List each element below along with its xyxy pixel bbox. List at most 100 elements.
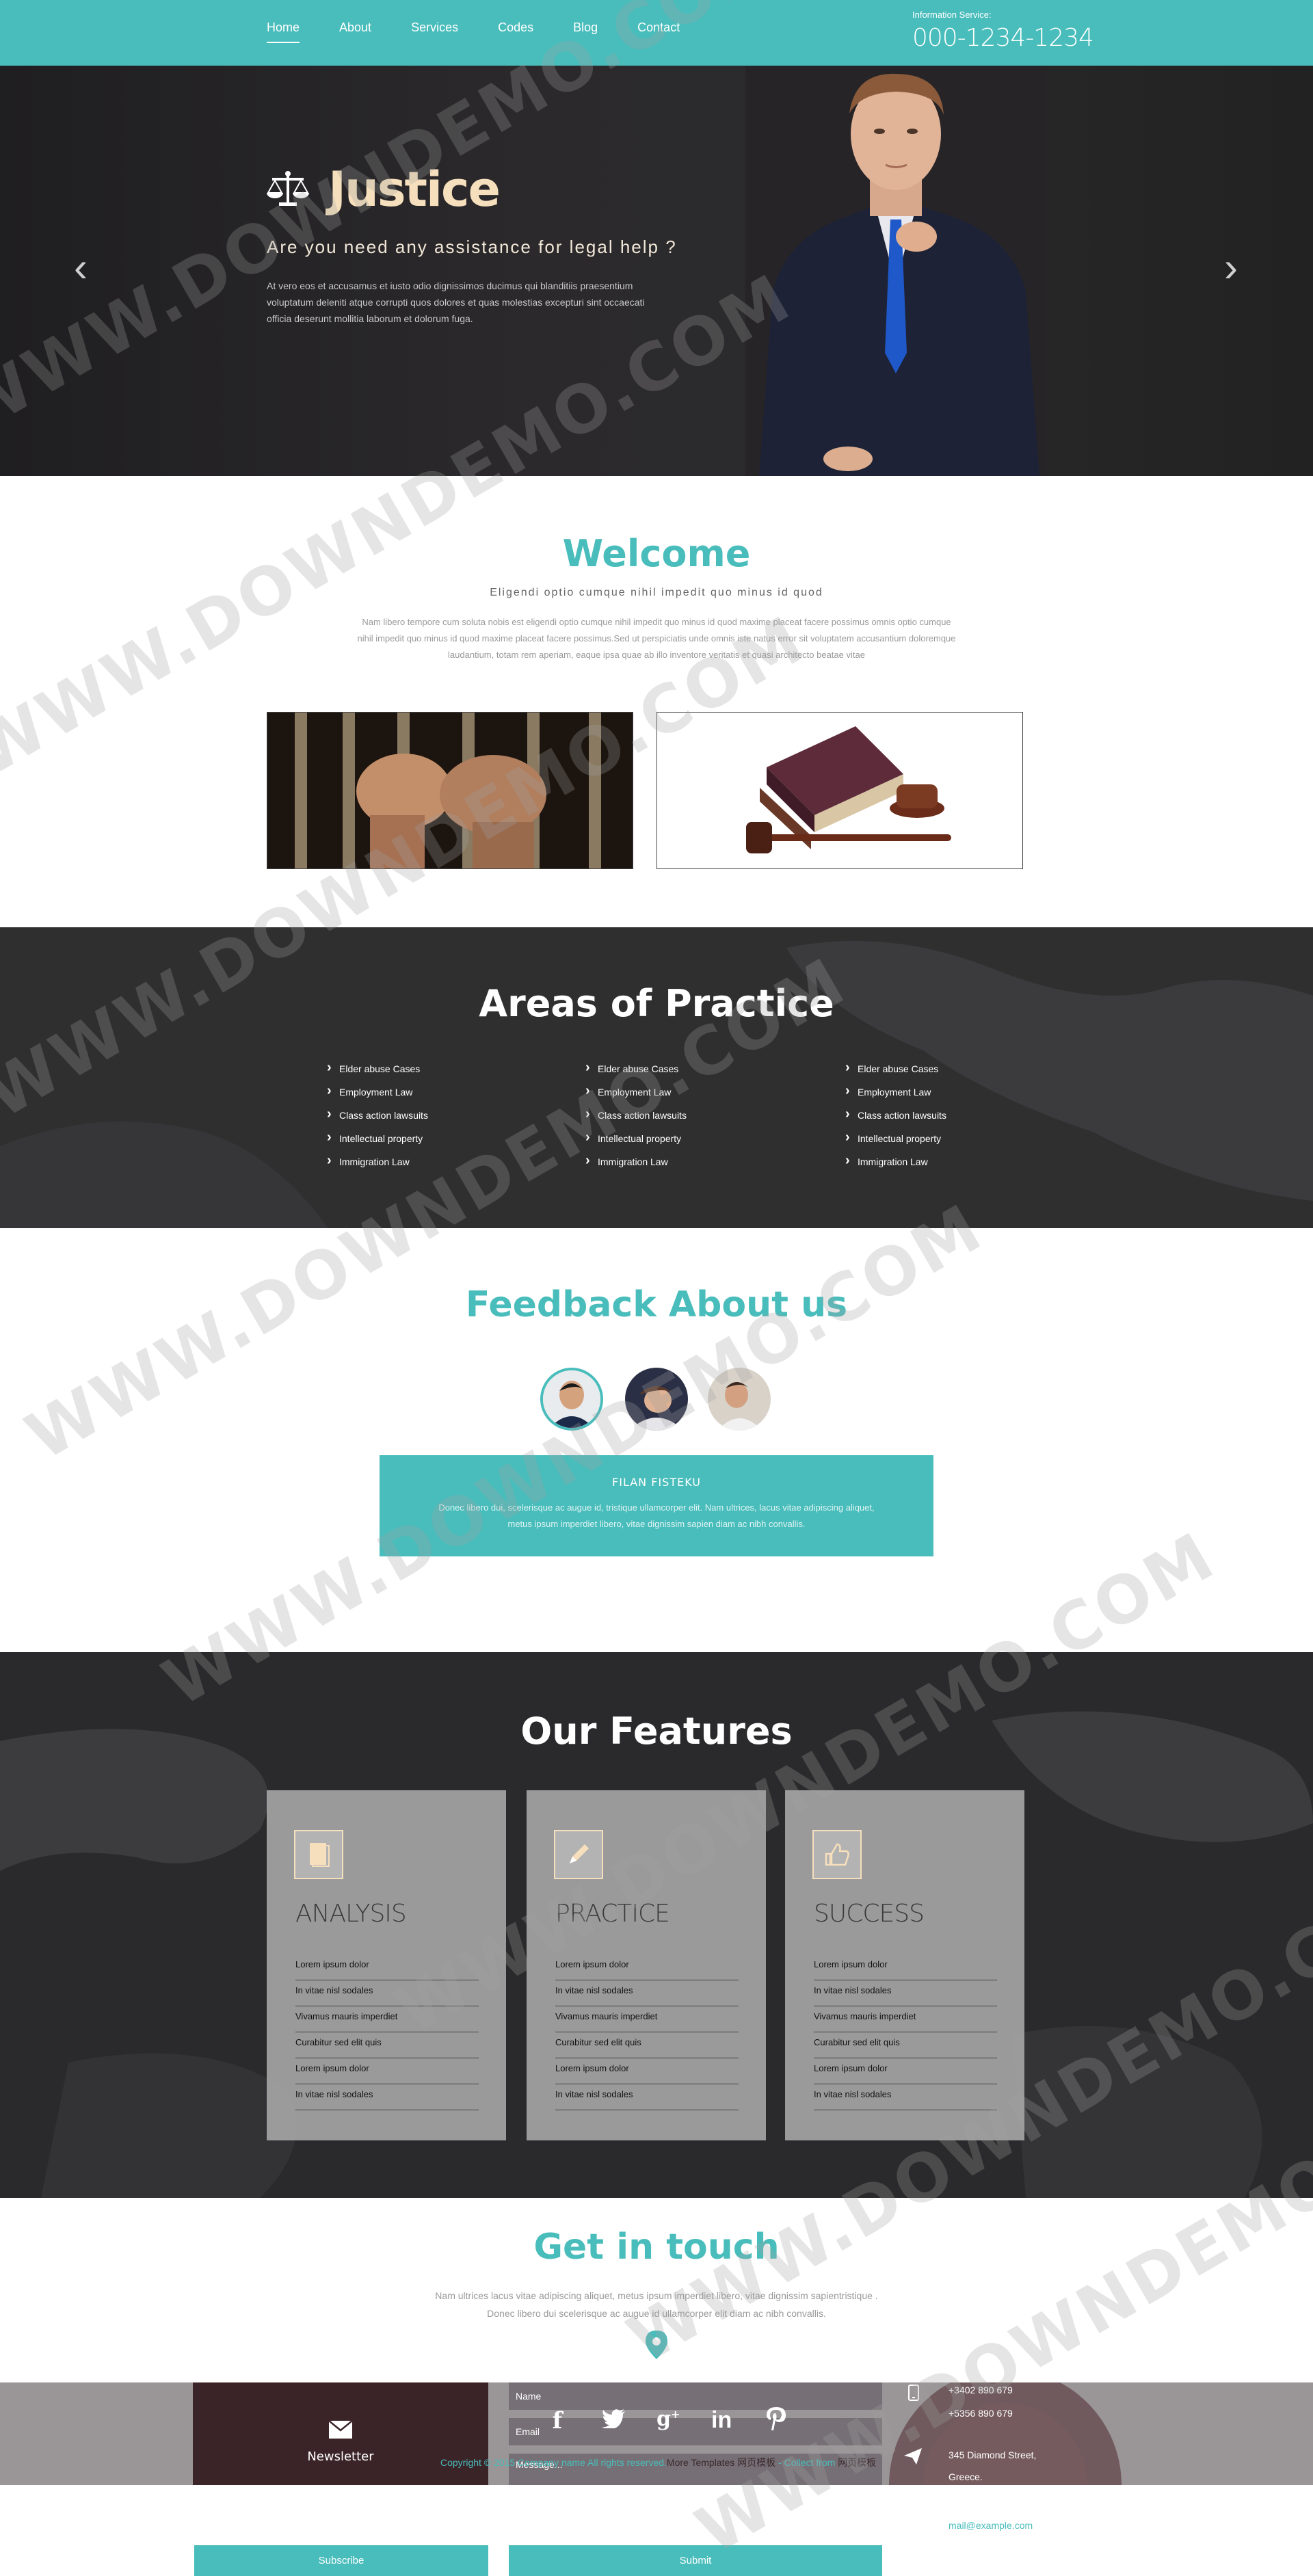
info-service: Information Service: 000-1234-1234: [912, 10, 1094, 52]
feature-item: In vitae nisl sodales: [555, 2084, 739, 2110]
contact-text: Nam ultrices lacus vitae adipiscing aliq…: [435, 2290, 878, 2319]
header-phone: 000-1234-1234: [912, 24, 1094, 52]
feature-card-practice: PRACTICE Lorem ipsum dolor In vitae nisl…: [527, 1790, 766, 2140]
welcome-text: Nam libero tempore cum soluta nobis est …: [357, 617, 956, 660]
map-pin-icon: [646, 2331, 667, 2359]
area-item[interactable]: Intellectual property: [327, 1130, 428, 1155]
feature-item: Vivamus mauris imperdiet: [555, 2006, 739, 2032]
pinterest-icon[interactable]: [766, 2407, 786, 2436]
phone-icon: [908, 2385, 919, 2401]
area-item[interactable]: Class action lawsuits: [327, 1107, 428, 1132]
facebook-icon[interactable]: f: [547, 2407, 568, 2436]
hero-title: Justice: [328, 161, 501, 217]
welcome-title: Welcome: [562, 532, 751, 575]
areas-list-1: Elder abuse Cases Employment Law Class a…: [327, 1061, 428, 1178]
scales-of-justice-icon: [267, 171, 309, 206]
feature-item: Curabitur sed elit quis: [814, 2032, 997, 2058]
social-links: f g+ in: [547, 2407, 786, 2436]
area-item[interactable]: Elder abuse Cases: [585, 1061, 687, 1085]
area-item[interactable]: Elder abuse Cases: [327, 1061, 428, 1085]
subscribe-button[interactable]: Subscribe: [194, 2545, 488, 2576]
top-bar: Home About Services Codes Blog Contact I…: [0, 0, 1313, 66]
feature-item: Vivamus mauris imperdiet: [295, 2006, 479, 2032]
feature-title: ANALYSIS: [295, 1900, 407, 1928]
hero-subtitle: Are you need any assistance for legal he…: [267, 237, 677, 257]
nav-codes[interactable]: Codes: [498, 21, 533, 43]
google-plus-icon[interactable]: g+: [656, 2407, 680, 2436]
address-line-1: 345 Diamond Street,: [949, 2449, 1037, 2460]
phone-2: +5356 890 679: [949, 2408, 1013, 2419]
feature-item: In vitae nisl sodales: [555, 1980, 739, 2006]
area-item[interactable]: Employment Law: [327, 1084, 428, 1108]
testimonial-avatar-3[interactable]: [708, 1368, 771, 1431]
law-books-gavel-image: [656, 712, 1023, 869]
address-line-2: Greece.: [949, 2471, 983, 2482]
pencil-icon: [554, 1830, 603, 1879]
feature-list: Lorem ipsum dolor In vitae nisl sodales …: [814, 1954, 997, 2110]
contact-title: Get in touch: [533, 2227, 780, 2268]
copyright-text: Copyright © 2015 Company name All rights…: [440, 2457, 667, 2468]
hero-text: At vero eos et accusamus et iusto odio d…: [267, 280, 645, 324]
feature-item: Lorem ipsum dolor: [555, 2058, 739, 2084]
feedback-title: Feedback About us: [465, 1284, 848, 1325]
area-item[interactable]: Class action lawsuits: [585, 1107, 687, 1132]
feature-item: Curabitur sed elit quis: [295, 2032, 479, 2058]
envelope-icon: [329, 2421, 352, 2439]
areas-list-2: Elder abuse Cases Employment Law Class a…: [585, 1061, 687, 1178]
feature-item: Vivamus mauris imperdiet: [814, 2006, 997, 2032]
contact-email-link[interactable]: mail@example.com: [949, 2520, 1033, 2531]
hero-slider: ‹ › Justice Are you need any assistance …: [0, 66, 1313, 476]
send-icon: [904, 2448, 922, 2465]
area-item[interactable]: Immigration Law: [845, 1154, 946, 1178]
linkedin-icon[interactable]: in: [711, 2407, 732, 2436]
copyright-collect: - Collect from: [775, 2457, 838, 2468]
area-item[interactable]: Intellectual property: [585, 1130, 687, 1155]
nav-home[interactable]: Home: [267, 21, 300, 43]
more-templates-cn-link[interactable]: 网页模板: [737, 2457, 775, 2468]
testimonial-box: FILAN FISTEKU Donec libero dui, sceleris…: [380, 1455, 933, 1556]
welcome-subtitle: Eligendi optio cumque nihil impedit quo …: [490, 587, 823, 598]
slider-next-arrow-icon[interactable]: ›: [1224, 247, 1251, 288]
areas-title: Areas of Practice: [479, 982, 834, 1025]
feature-item: In vitae nisl sodales: [295, 1980, 479, 2006]
testimonial-avatar-2[interactable]: [625, 1368, 688, 1431]
twitter-icon[interactable]: [602, 2407, 625, 2436]
feature-item: In vitae nisl sodales: [295, 2084, 479, 2110]
thumbs-up-icon: [812, 1830, 862, 1879]
nav-contact[interactable]: Contact: [637, 21, 680, 43]
hero-brand: Justice: [267, 161, 501, 217]
phone-1: +3402 890 679: [949, 2385, 1013, 2395]
collect-from-link[interactable]: 网页模板: [838, 2457, 876, 2468]
info-label: Information Service:: [912, 10, 992, 20]
feature-item: In vitae nisl sodales: [814, 1980, 997, 2006]
feature-list: Lorem ipsum dolor In vitae nisl sodales …: [555, 1954, 739, 2110]
area-item[interactable]: Elder abuse Cases: [845, 1061, 946, 1085]
features-title: Our Features: [520, 1710, 793, 1753]
feature-item: Lorem ipsum dolor: [295, 1954, 479, 1980]
nav-blog[interactable]: Blog: [573, 21, 598, 43]
submit-button[interactable]: Submit: [509, 2545, 882, 2576]
area-item[interactable]: Intellectual property: [845, 1130, 946, 1155]
contact-name-field[interactable]: [509, 2382, 882, 2410]
copyright: Copyright © 2015 Company name All rights…: [440, 2456, 876, 2469]
feature-item: Lorem ipsum dolor: [295, 2058, 479, 2084]
testimonial-avatar-1[interactable]: [540, 1368, 603, 1431]
prison-bars-image: [267, 712, 633, 869]
areas-list-3: Elder abuse Cases Employment Law Class a…: [845, 1061, 946, 1178]
lawyer-photo: [745, 66, 1046, 476]
feature-item: Curabitur sed elit quis: [555, 2032, 739, 2058]
testimonial-text: Donec libero dui, scelerisque ac augue i…: [438, 1502, 875, 1529]
newsletter-box[interactable]: Newsletter: [193, 2382, 488, 2485]
nav-services[interactable]: Services: [411, 21, 458, 43]
feature-card-success: SUCCESS Lorem ipsum dolor In vitae nisl …: [785, 1790, 1024, 2140]
area-item[interactable]: Class action lawsuits: [845, 1107, 946, 1132]
feature-item: In vitae nisl sodales: [814, 2084, 997, 2110]
area-item[interactable]: Employment Law: [585, 1084, 687, 1108]
nav-about[interactable]: About: [339, 21, 371, 43]
area-item[interactable]: Employment Law: [845, 1084, 946, 1108]
slider-prev-arrow-icon[interactable]: ‹: [74, 247, 101, 288]
area-item[interactable]: Immigration Law: [585, 1154, 687, 1178]
area-item[interactable]: Immigration Law: [327, 1154, 428, 1178]
feature-title: PRACTICE: [555, 1900, 670, 1928]
more-templates-link[interactable]: More Templates: [667, 2457, 734, 2468]
